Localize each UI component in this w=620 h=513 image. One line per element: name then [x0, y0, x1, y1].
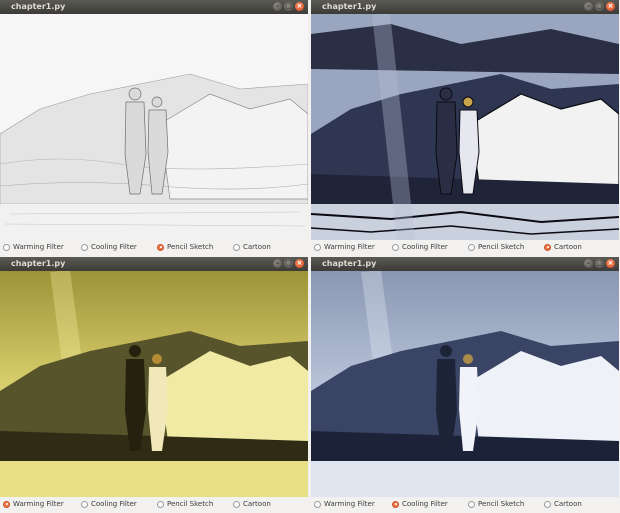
cooling-filter-image: [311, 271, 619, 497]
pencil-sketch-image: [0, 14, 308, 240]
window-cartoon: chapter1.py – ▢ × Warming Filter Cooling…: [311, 0, 619, 254]
radio-cartoon[interactable]: Cartoon: [233, 500, 271, 508]
close-icon[interactable]: ×: [606, 2, 615, 11]
minimize-icon[interactable]: –: [584, 259, 593, 268]
title-bar[interactable]: chapter1.py – ▢ ×: [311, 0, 619, 14]
image-canvas: [311, 271, 619, 497]
minimize-icon[interactable]: –: [584, 2, 593, 11]
radio-cooling-filter[interactable]: Cooling Filter: [81, 500, 137, 508]
filter-radio-group: Warming Filter Cooling Filter Pencil Ske…: [0, 240, 308, 254]
window-title: chapter1.py: [322, 259, 377, 268]
radio-cartoon[interactable]: Cartoon: [233, 243, 271, 251]
radio-cartoon[interactable]: Cartoon: [544, 243, 582, 251]
radio-pencil-sketch[interactable]: Pencil Sketch: [468, 243, 524, 251]
window-title: chapter1.py: [11, 2, 66, 11]
close-icon[interactable]: ×: [295, 2, 304, 11]
radio-warming-filter[interactable]: Warming Filter: [3, 500, 64, 508]
radio-cooling-filter[interactable]: Cooling Filter: [392, 500, 448, 508]
close-icon[interactable]: ×: [606, 259, 615, 268]
window-title: chapter1.py: [11, 259, 66, 268]
filter-radio-group: Warming Filter Cooling Filter Pencil Ske…: [311, 240, 619, 254]
maximize-icon[interactable]: ▢: [595, 2, 604, 11]
title-bar[interactable]: chapter1.py – ▢ ×: [0, 0, 308, 14]
title-bar[interactable]: chapter1.py – ▢ ×: [311, 257, 619, 271]
image-canvas: [311, 14, 619, 240]
image-canvas: [0, 14, 308, 240]
maximize-icon[interactable]: ▢: [284, 2, 293, 11]
radio-warming-filter[interactable]: Warming Filter: [3, 243, 64, 251]
radio-pencil-sketch[interactable]: Pencil Sketch: [157, 243, 213, 251]
minimize-icon[interactable]: –: [273, 259, 282, 268]
filter-radio-group: Warming Filter Cooling Filter Pencil Ske…: [311, 497, 619, 511]
minimize-icon[interactable]: –: [273, 2, 282, 11]
window-cooling-filter: chapter1.py – ▢ × Warming Filter Cooling…: [311, 257, 619, 511]
maximize-icon[interactable]: ▢: [284, 259, 293, 268]
radio-cartoon[interactable]: Cartoon: [544, 500, 582, 508]
radio-warming-filter[interactable]: Warming Filter: [314, 243, 375, 251]
radio-cooling-filter[interactable]: Cooling Filter: [392, 243, 448, 251]
radio-pencil-sketch[interactable]: Pencil Sketch: [468, 500, 524, 508]
radio-pencil-sketch[interactable]: Pencil Sketch: [157, 500, 213, 508]
warming-filter-image: [0, 271, 308, 497]
close-icon[interactable]: ×: [295, 259, 304, 268]
maximize-icon[interactable]: ▢: [595, 259, 604, 268]
filter-radio-group: Warming Filter Cooling Filter Pencil Ske…: [0, 497, 308, 511]
radio-warming-filter[interactable]: Warming Filter: [314, 500, 375, 508]
image-canvas: [0, 271, 308, 497]
window-warming-filter: chapter1.py – ▢ × Warming Filter Cooling…: [0, 257, 308, 511]
window-title: chapter1.py: [322, 2, 377, 11]
cartoon-image: [311, 14, 619, 240]
title-bar[interactable]: chapter1.py – ▢ ×: [0, 257, 308, 271]
radio-cooling-filter[interactable]: Cooling Filter: [81, 243, 137, 251]
window-pencil-sketch: chapter1.py – ▢ × Warming Filter Cooling…: [0, 0, 308, 254]
